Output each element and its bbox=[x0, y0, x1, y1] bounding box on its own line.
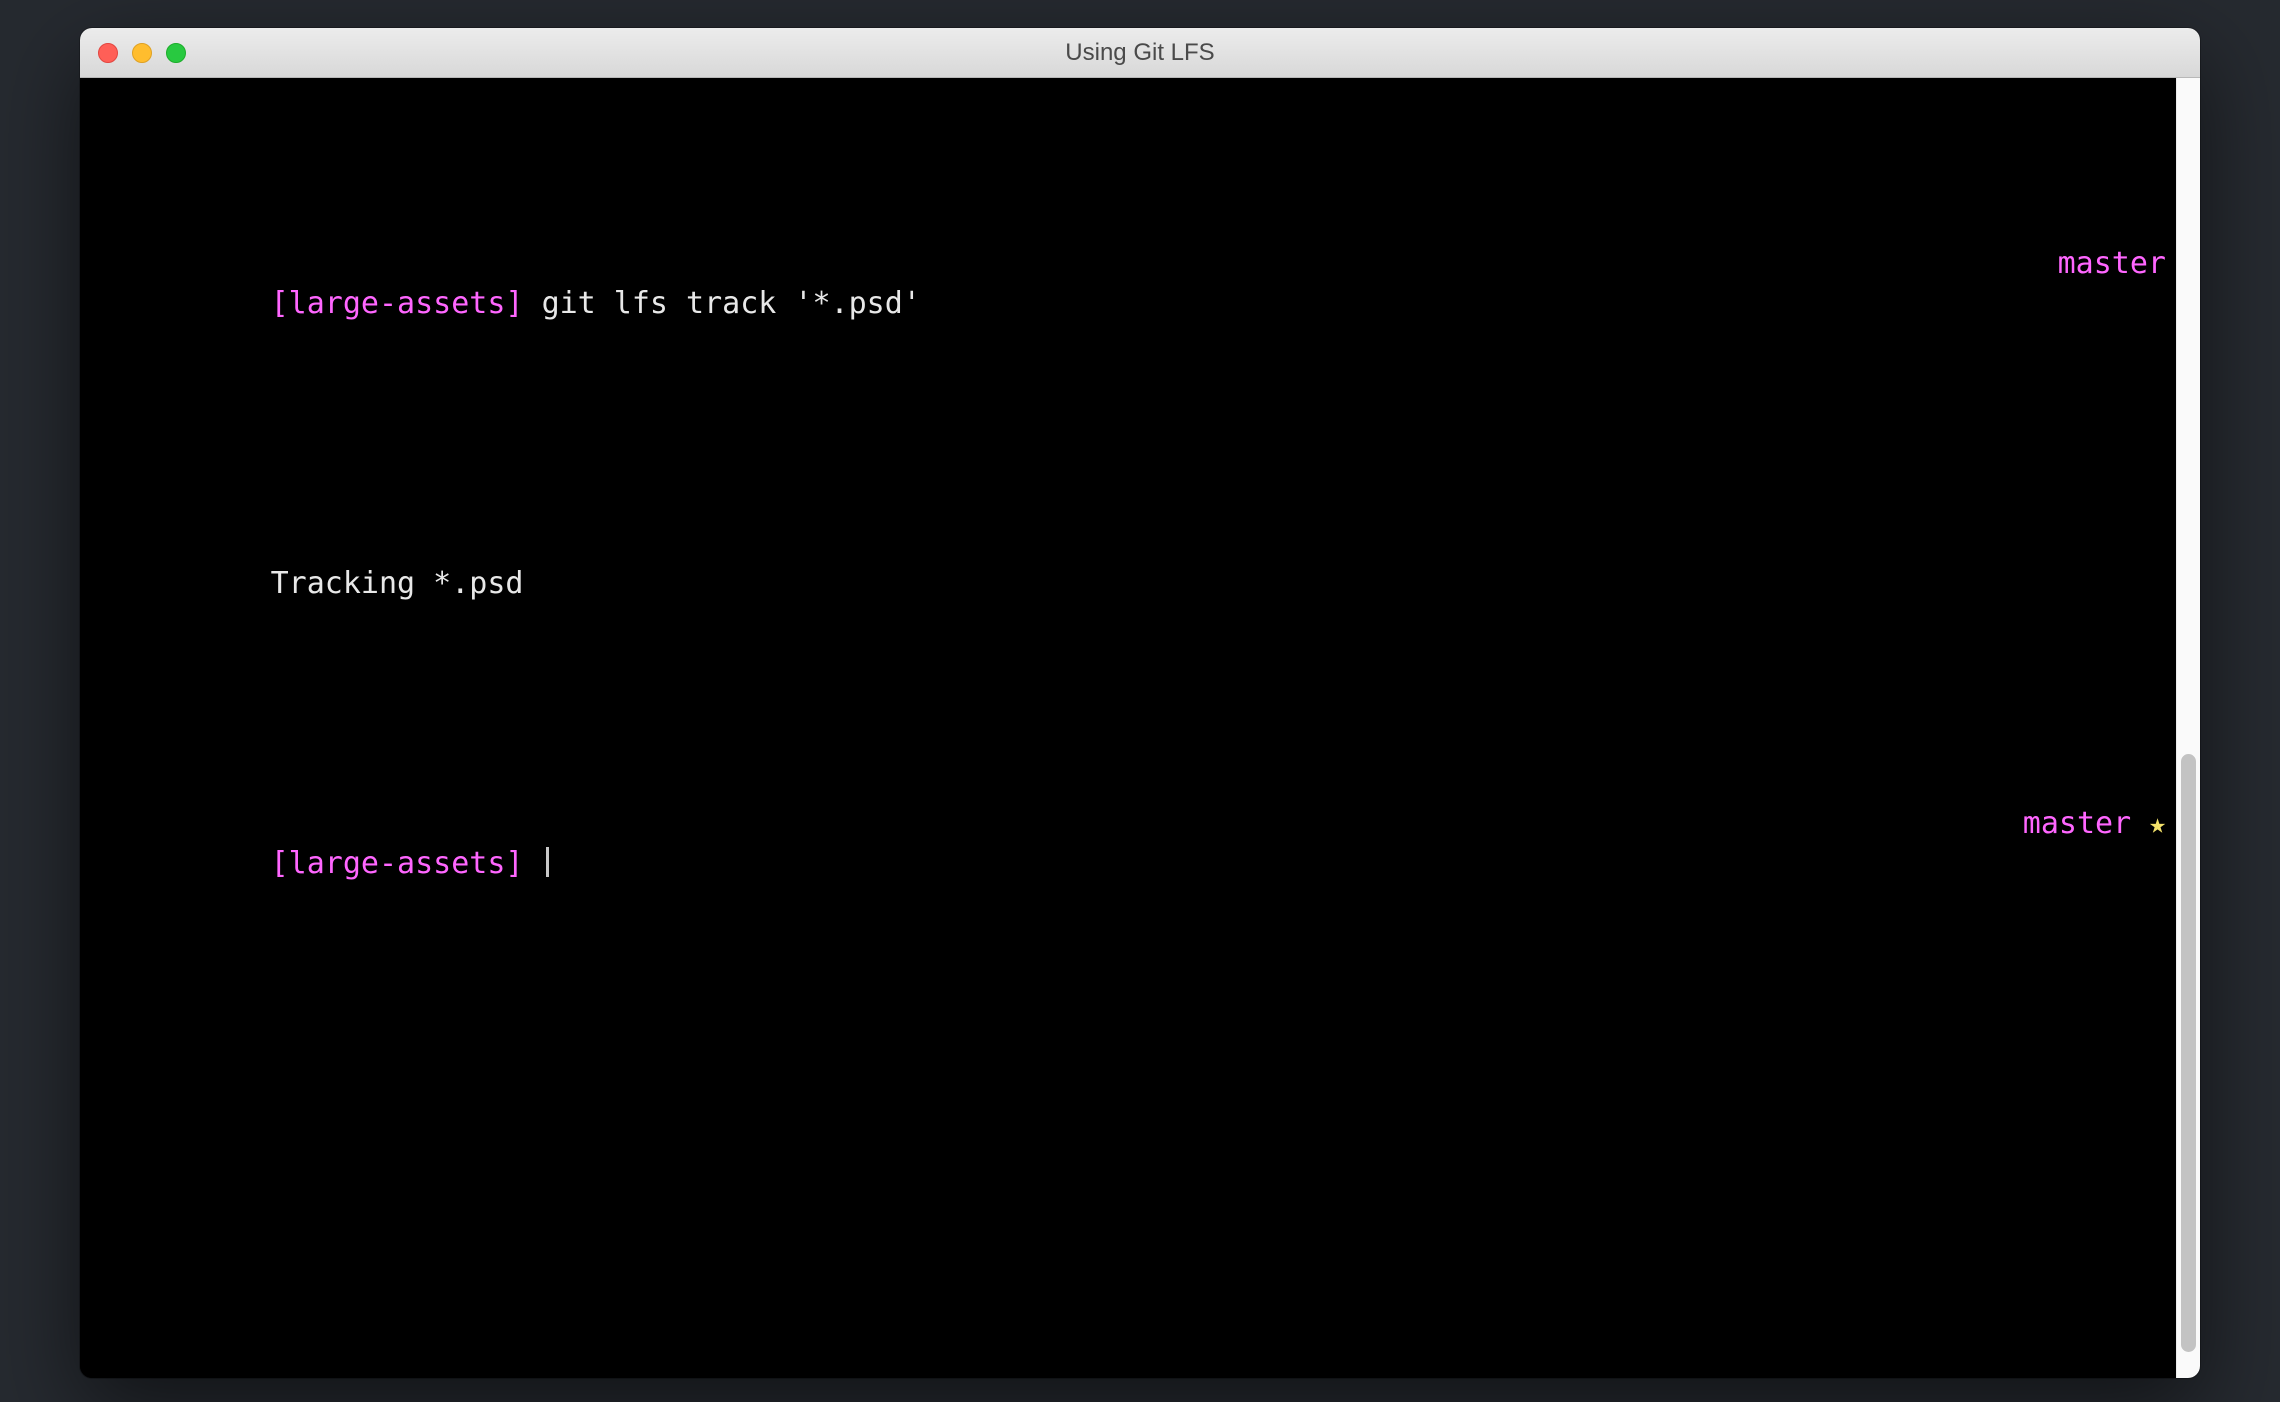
git-branch: master bbox=[2058, 244, 2166, 284]
vertical-scrollbar[interactable] bbox=[2176, 78, 2200, 1378]
text-cursor-icon bbox=[546, 847, 549, 877]
terminal-window: Using Git LFS [large-assets] git lfs tra… bbox=[80, 28, 2200, 1378]
traffic-lights bbox=[98, 43, 186, 63]
minimize-icon[interactable] bbox=[132, 43, 152, 63]
dirty-star-icon: ★ bbox=[2149, 804, 2166, 844]
window-title: Using Git LFS bbox=[80, 39, 2200, 67]
terminal-line: [large-assets] git lfs track '*.psd' mas… bbox=[90, 244, 2166, 364]
window-titlebar: Using Git LFS bbox=[80, 28, 2200, 78]
command-text: git lfs track '*.psd' bbox=[542, 286, 921, 321]
terminal-viewport[interactable]: [large-assets] git lfs track '*.psd' mas… bbox=[80, 78, 2176, 1378]
terminal-line: Tracking *.psd bbox=[90, 524, 2166, 644]
command-output: Tracking *.psd bbox=[271, 566, 524, 601]
prompt-context: [large-assets] bbox=[271, 846, 524, 881]
zoom-icon[interactable] bbox=[166, 43, 186, 63]
prompt-context: [large-assets] bbox=[271, 286, 524, 321]
git-branch: master bbox=[2023, 804, 2131, 844]
close-icon[interactable] bbox=[98, 43, 118, 63]
scrollbar-thumb[interactable] bbox=[2181, 754, 2196, 1352]
terminal-line: [large-assets] master ★ bbox=[90, 804, 2166, 924]
window-content: [large-assets] git lfs track '*.psd' mas… bbox=[80, 78, 2200, 1378]
